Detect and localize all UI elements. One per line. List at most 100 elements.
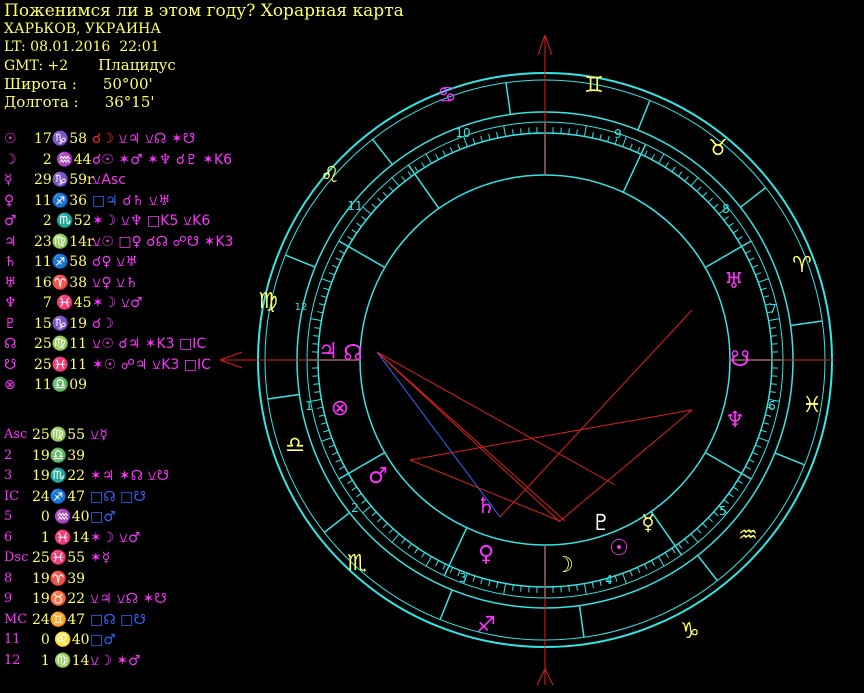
- saturn-icon: ♄: [4, 254, 17, 270]
- degree-tick: [377, 517, 383, 523]
- fortune-icon: ⊗: [4, 377, 16, 393]
- degree-tick: [599, 133, 602, 140]
- degree-tick: [401, 176, 406, 182]
- planet-aspects: ☌☽: [92, 314, 114, 335]
- degree-tick: [449, 146, 454, 153]
- degree-tick: [748, 257, 755, 261]
- chart-planet-icon: ☋: [730, 347, 750, 372]
- house-cusp-position: 19♎39: [32, 447, 86, 464]
- degree-tick: [361, 499, 367, 504]
- aspect-group: ⚺☿: [90, 427, 108, 443]
- degree-tick: [568, 128, 570, 135]
- chart-planet-icon: ☿: [641, 511, 655, 536]
- house-aspects: ✶♃ ✶☊ ⚺☋: [90, 466, 169, 487]
- degree-tick: [313, 335, 320, 337]
- planet-position: 7 ♓45: [34, 295, 92, 311]
- degree-tick: [361, 216, 367, 221]
- degree-tick: [760, 287, 767, 291]
- degree-tick: [407, 171, 412, 177]
- sign-boundary: [323, 512, 351, 533]
- aspect-line-3: [376, 351, 501, 518]
- house-cusp-line: [407, 164, 440, 209]
- zodiac-sign-icon: ♎: [285, 433, 305, 458]
- degree-tick: [321, 437, 332, 442]
- aspect-line-5: [376, 351, 616, 486]
- aspect-group: ☌♄ ⚺♅: [122, 192, 171, 209]
- chart-title: Поженимся ли в этом году? Хорарная карта: [4, 1, 404, 21]
- wheel-ring-4: [306, 121, 784, 599]
- degree-tick: [472, 138, 476, 145]
- sign-boundary: [697, 554, 718, 582]
- aspect-line-4: [499, 309, 693, 518]
- degree-tick: [671, 547, 676, 554]
- house-aspects: ✶☽ ⚺♂: [90, 528, 141, 549]
- degree-tick: [629, 143, 633, 150]
- planet-position: 11♐36: [34, 192, 88, 209]
- zodiac-sign-icon: ♌: [320, 163, 340, 188]
- degree-tick: [755, 272, 762, 276]
- sign-boundary: [372, 138, 393, 166]
- house-number: 6: [768, 399, 776, 413]
- house-number: 8: [722, 202, 730, 216]
- mercury-icon: ☿: [4, 172, 13, 188]
- planet-position: 2 ♒44: [34, 151, 92, 168]
- planet-position: 17♑58: [34, 131, 88, 147]
- latitude-label: Широта :: [4, 75, 77, 93]
- degree-tick: [421, 552, 426, 558]
- aspect-group: ✶☽ ⚺♂: [90, 529, 141, 546]
- north-node-icon: ☊: [4, 336, 17, 352]
- degree-tick: [636, 567, 641, 574]
- house-label: 8: [4, 570, 13, 586]
- planet-aspects: ✶☽ ⚺♂: [92, 293, 143, 314]
- degree-tick: [335, 459, 342, 463]
- house-cusp-position: 24♊47: [32, 611, 86, 628]
- house-cusp-position: 0 ♌40: [32, 632, 90, 648]
- house-cusp-position: 19♉22: [32, 591, 86, 607]
- chart-planet-icon: ♂: [368, 464, 388, 489]
- degree-tick: [770, 383, 777, 385]
- house-aspects: □♂: [90, 507, 116, 528]
- degree-tick: [664, 162, 669, 168]
- aspect-group: □☊ □☋: [90, 488, 146, 505]
- degree-tick: [520, 128, 522, 135]
- degree-tick: [678, 543, 683, 549]
- degree-tick: [480, 578, 483, 585]
- planet-aspects: ⚺♀ ⚺♄: [92, 273, 138, 294]
- planet-position: 25♍11: [34, 336, 88, 352]
- degree-tick: [745, 466, 751, 470]
- house-label: 2: [4, 447, 13, 463]
- degree-tick: [651, 154, 655, 160]
- degree-tick: [318, 414, 325, 417]
- planet-aspects: ☌☽ ⚺♃ ⚺☊ ✶☋: [92, 129, 195, 150]
- degree-tick: [707, 197, 713, 203]
- zodiac-sign-icon: ♐: [476, 613, 496, 638]
- house-label: MC: [4, 611, 28, 627]
- planet-aspects: ✶☉ ☍♃ ⚺K3 □IC: [92, 355, 211, 376]
- degree-tick: [713, 511, 719, 517]
- degree-tick: [388, 528, 394, 534]
- house-label: Asc: [4, 427, 28, 442]
- house-cusp-line: [650, 511, 683, 556]
- degree-tick: [696, 528, 702, 534]
- degree-tick: [421, 162, 426, 168]
- degree-tick: [713, 203, 719, 209]
- degree-tick: [599, 580, 602, 587]
- sign-boundary: [739, 187, 767, 208]
- degree-tick: [391, 177, 400, 187]
- degree-tick: [318, 303, 325, 306]
- house-cusp-line: [704, 451, 752, 480]
- neptune-icon: ♆: [4, 295, 17, 311]
- planet-aspects: ⚺☉ ☌♃ ✶K3 □IC: [92, 334, 206, 355]
- aspect-group: □♂: [90, 632, 116, 648]
- house-aspects: ⚺♃ ⚺☊ ✶☋: [90, 589, 167, 610]
- wheel-ring-3: [296, 111, 794, 609]
- degree-tick: [636, 146, 641, 153]
- sign-boundary: [637, 100, 651, 131]
- degree-tick: [737, 479, 743, 484]
- chart-planet-icon: ♄: [476, 494, 496, 519]
- degree-tick: [664, 552, 669, 558]
- degree-tick: [723, 499, 729, 504]
- degree-tick: [503, 125, 507, 137]
- degree-tick: [629, 570, 633, 577]
- zodiac-sign-icon: ♈: [792, 253, 812, 278]
